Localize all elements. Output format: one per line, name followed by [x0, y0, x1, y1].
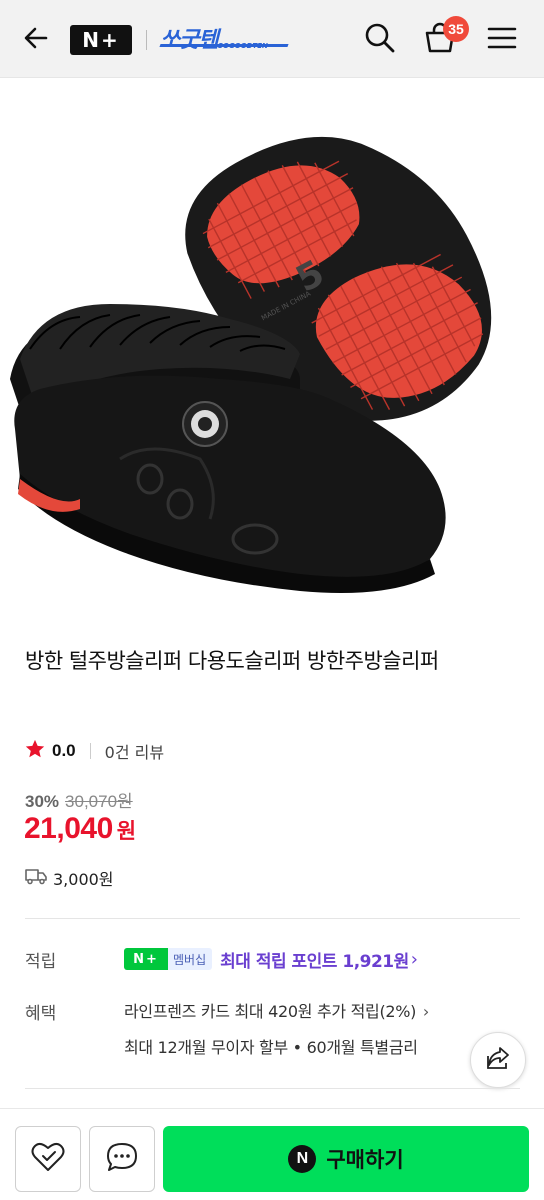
- benefits-label: 혜택: [25, 1004, 57, 1024]
- points-row[interactable]: N+ 멤버십 최대 적립 포인트 1,921원 ›: [124, 946, 418, 972]
- max-points-text: 최대 적립 포인트 1,921원: [220, 951, 409, 972]
- chat-icon: [105, 1140, 139, 1178]
- section-divider: [25, 918, 520, 919]
- shipping-row: 3,000원: [25, 866, 114, 890]
- benefit-card-text: 라인프렌즈 카드 최대 420원 추가 적립(2%): [124, 1002, 417, 1021]
- brand-logo[interactable]: 쏘굿텐 SOGOODTEN: [159, 22, 294, 56]
- rating-divider: [89, 743, 91, 759]
- price-unit: 원: [116, 819, 137, 843]
- brand-name: 쏘굿텐: [160, 28, 219, 53]
- product-image[interactable]: 5 MADE IN CHINA: [0, 79, 544, 623]
- back-arrow-icon[interactable]: [16, 18, 56, 58]
- membership-logo: N+: [124, 948, 168, 970]
- discount-row: 30% 30,070원: [25, 787, 133, 812]
- naver-pay-icon: N: [288, 1145, 317, 1173]
- top-header: N+ 쏘굿텐 SOGOODTEN 35: [0, 0, 544, 78]
- price-row: 21,040 원: [24, 812, 136, 846]
- benefit-line-2[interactable]: 최대 12개월 무이자 할부 • 60개월 특별금리: [124, 1034, 484, 1058]
- bottom-action-bar: N 구매하기: [0, 1108, 544, 1200]
- chevron-right-icon: ›: [410, 948, 418, 970]
- buy-label: 구매하기: [326, 1148, 404, 1172]
- wishlist-button[interactable]: [15, 1126, 81, 1192]
- cart-count-badge: 35: [443, 16, 469, 42]
- talk-button[interactable]: [89, 1126, 155, 1192]
- rating-row[interactable]: 0.0 0건 리뷰: [24, 738, 164, 764]
- review-count[interactable]: 0건 리뷰: [105, 739, 164, 763]
- buy-button[interactable]: N 구매하기: [163, 1126, 529, 1192]
- search-icon[interactable]: [360, 18, 400, 58]
- membership-text: 멤버십: [173, 952, 207, 967]
- chevron-right-icon: ›: [418, 1002, 430, 1021]
- share-icon: [484, 1044, 512, 1076]
- naver-plus-logo[interactable]: N+: [70, 25, 132, 55]
- points-label: 적립: [25, 952, 57, 972]
- product-title: 방한 털주방슬리퍼 다용도슬리퍼 방한주방슬리퍼: [25, 649, 439, 673]
- menu-icon[interactable]: [482, 18, 522, 58]
- brand-sub: SOGOODTEN: [218, 42, 268, 50]
- membership-badge: N+ 멤버십: [124, 948, 213, 970]
- logo-divider: [146, 30, 147, 50]
- shipping-fee: 3,000원: [53, 870, 114, 889]
- section-divider: [25, 1088, 520, 1089]
- discount-percent: 30%: [25, 792, 60, 811]
- star-icon: [24, 738, 46, 764]
- heart-check-icon: [30, 1140, 66, 1178]
- share-button[interactable]: [470, 1032, 526, 1088]
- sale-price: 21,040: [24, 812, 113, 845]
- rating-value: 0.0: [52, 741, 76, 760]
- truck-icon: [25, 867, 47, 889]
- original-price: 30,070원: [65, 792, 133, 811]
- benefit-line-1[interactable]: 라인프렌즈 카드 최대 420원 추가 적립(2%) ›: [124, 998, 429, 1022]
